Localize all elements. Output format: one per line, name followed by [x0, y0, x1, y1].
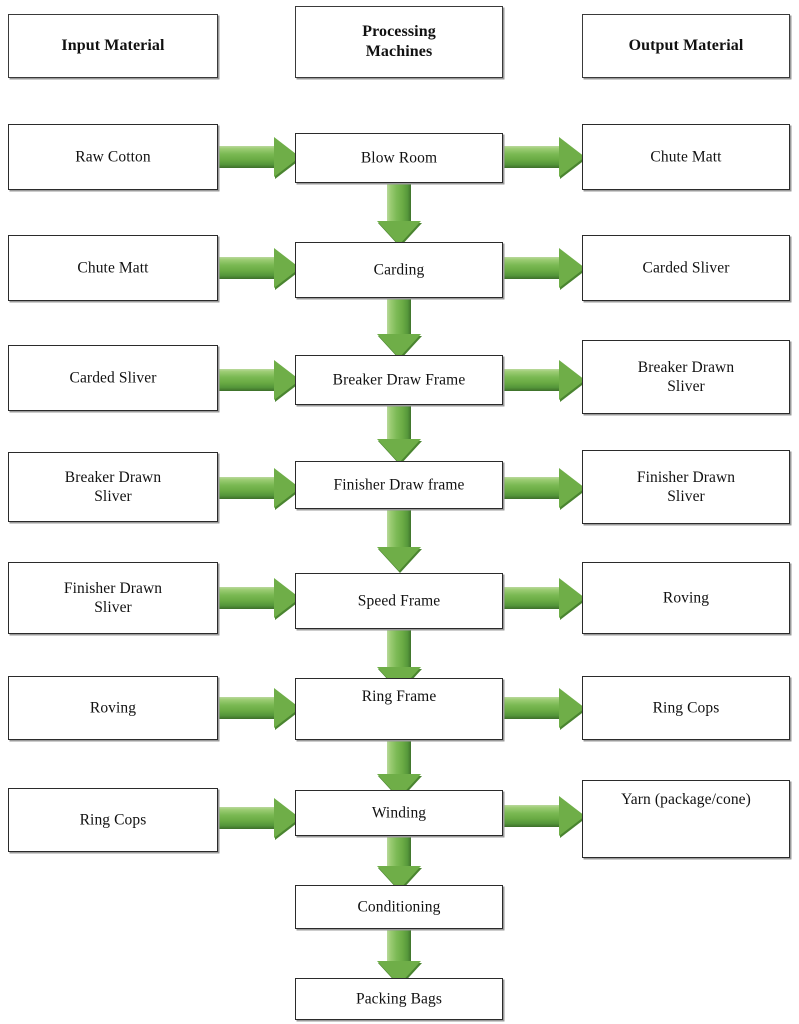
output-box-row-2: Carded Sliver — [582, 235, 790, 301]
arrow-machine-to-output-6 — [503, 688, 588, 730]
header-box-processing: Processing Machines — [295, 6, 503, 78]
arrow-input-to-machine-3 — [218, 360, 301, 402]
input-label-row-3: Carded Sliver — [69, 369, 157, 387]
machine-label-packing-bags: Packing Bags — [355, 990, 442, 1008]
machine-label-row-2: Carding — [373, 261, 425, 279]
machine-box-row-2: Carding — [295, 242, 503, 298]
machine-box-row-1: Blow Room — [295, 133, 503, 183]
input-box-row-5: Finisher Drawn Sliver — [8, 562, 218, 634]
machine-label-row-6: Ring Frame — [361, 688, 437, 705]
machine-label-row-3: Breaker Draw Frame — [332, 371, 466, 389]
machine-box-row-4: Finisher Draw frame — [295, 461, 503, 509]
output-label-row-6: Ring Cops — [652, 699, 720, 717]
arrow-machine-to-output-4 — [503, 468, 588, 510]
input-label-row-7: Ring Cops — [79, 811, 147, 829]
output-box-row-3: Breaker Drawn Sliver — [582, 340, 790, 414]
output-box-row-5: Roving — [582, 562, 790, 634]
output-box-row-7: Yarn (package/cone) — [582, 780, 790, 858]
input-box-row-6: Roving — [8, 676, 218, 740]
arrow-machine-3-to-4 — [377, 405, 422, 465]
arrow-machine-to-output-3 — [503, 360, 588, 402]
machine-box-row-3: Breaker Draw Frame — [295, 355, 503, 405]
input-box-row-7: Ring Cops — [8, 788, 218, 852]
output-box-row-6: Ring Cops — [582, 676, 790, 740]
header-label-output: Output Material — [628, 37, 744, 54]
output-label-row-7: Yarn (package/cone) — [621, 791, 751, 808]
machine-box-row-7: Winding — [295, 790, 503, 836]
machine-label-row-7: Winding — [371, 804, 427, 822]
arrow-machine-to-output-1 — [503, 137, 588, 179]
output-label-row-5: Roving — [662, 589, 710, 607]
machine-box-row-6: Ring Frame — [295, 678, 503, 740]
input-label-row-2: Chute Matt — [77, 259, 149, 277]
output-label-row-3: Breaker Drawn Sliver — [637, 359, 735, 395]
output-label-row-2: Carded Sliver — [642, 259, 730, 277]
arrow-input-to-machine-4 — [218, 468, 301, 510]
machine-label-row-4: Finisher Draw frame — [333, 476, 465, 494]
machine-label-row-5: Speed Frame — [357, 592, 441, 610]
input-label-row-4: Breaker Drawn Sliver — [64, 469, 162, 505]
input-label-row-6: Roving — [89, 699, 137, 717]
input-box-row-2: Chute Matt — [8, 235, 218, 301]
header-label-input: Input Material — [61, 37, 165, 54]
arrow-machine-7-to-conditioning — [377, 836, 422, 892]
input-box-row-4: Breaker Drawn Sliver — [8, 452, 218, 522]
output-box-row-4: Finisher Drawn Sliver — [582, 450, 790, 524]
arrow-machine-to-output-2 — [503, 248, 588, 290]
header-box-output: Output Material — [582, 14, 790, 78]
header-label-processing: Processing Machines — [362, 23, 436, 60]
output-label-row-1: Chute Matt — [650, 148, 722, 166]
machine-label-row-1: Blow Room — [360, 149, 438, 167]
arrow-machine-4-to-5 — [377, 509, 422, 573]
arrow-machine-to-output-5 — [503, 578, 588, 620]
machine-box-packing-bags: Packing Bags — [295, 978, 503, 1020]
arrow-input-to-machine-5 — [218, 578, 301, 620]
arrow-machine-2-to-3 — [377, 298, 422, 360]
flowchart-canvas: Input Material Processing Machines Outpu… — [0, 0, 799, 1024]
machine-box-row-5: Speed Frame — [295, 573, 503, 629]
input-label-row-5: Finisher Drawn Sliver — [63, 580, 163, 616]
arrow-input-to-machine-2 — [218, 248, 301, 290]
header-box-input: Input Material — [8, 14, 218, 78]
output-label-row-4: Finisher Drawn Sliver — [636, 469, 736, 505]
arrow-input-to-machine-7 — [218, 798, 301, 840]
input-box-row-1: Raw Cotton — [8, 124, 218, 190]
arrow-input-to-machine-6 — [218, 688, 301, 730]
arrow-conditioning-to-packing — [377, 929, 422, 987]
arrow-machine-1-to-2 — [377, 183, 422, 247]
input-box-row-3: Carded Sliver — [8, 345, 218, 411]
arrow-input-to-machine-1 — [218, 137, 301, 179]
machine-label-conditioning: Conditioning — [357, 898, 441, 916]
output-box-row-1: Chute Matt — [582, 124, 790, 190]
machine-box-conditioning: Conditioning — [295, 885, 503, 929]
arrow-machine-to-output-7 — [503, 796, 588, 838]
input-label-row-1: Raw Cotton — [75, 148, 151, 166]
